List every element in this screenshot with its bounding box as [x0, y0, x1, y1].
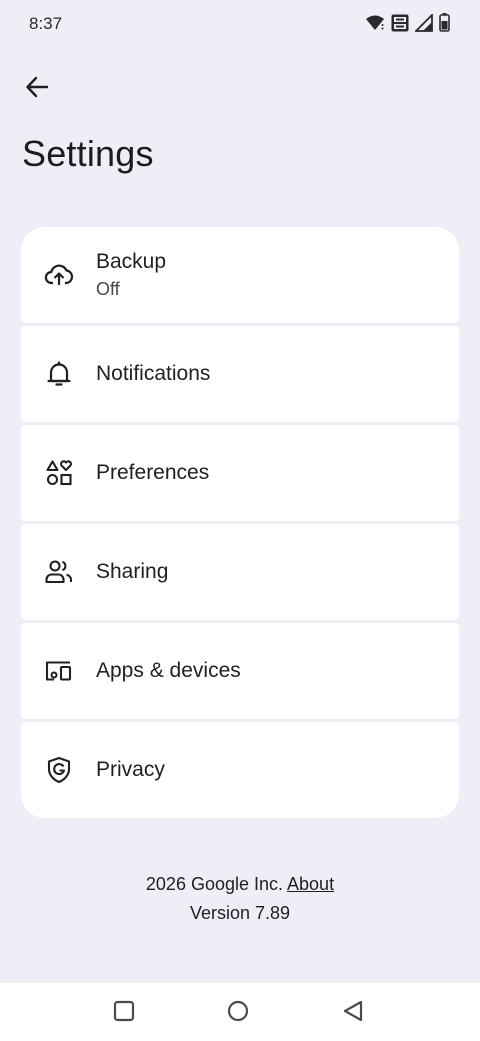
wifi-icon — [365, 14, 385, 32]
version-text: Version 7.89 — [189, 903, 291, 923]
settings-list: Backup Off Notifications Preferences Sha… — [21, 227, 459, 818]
settings-item-apps-devices[interactable]: Apps & devices — [21, 623, 459, 719]
settings-item-sharing[interactable]: Sharing — [21, 524, 459, 620]
arrow-back-icon — [24, 74, 50, 105]
back-triangle-icon — [342, 1000, 364, 1027]
recents-icon — [113, 1000, 135, 1027]
volte-icon — [391, 14, 409, 32]
google-shield-icon — [44, 755, 74, 785]
settings-item-privacy[interactable]: Privacy — [21, 722, 459, 818]
system-nav-bar — [0, 983, 480, 1041]
settings-item-label: Sharing — [96, 560, 169, 583]
cloud-upload-icon — [44, 260, 74, 290]
settings-item-label: Privacy — [96, 758, 165, 781]
about-link[interactable]: About — [287, 874, 334, 894]
settings-item-label: Apps & devices — [96, 659, 241, 682]
signal-icon — [415, 13, 433, 32]
settings-item-preferences[interactable]: Preferences — [21, 425, 459, 521]
home-icon — [227, 1000, 249, 1027]
back-button[interactable] — [20, 72, 54, 106]
people-icon — [44, 557, 74, 587]
shapes-icon — [44, 458, 74, 488]
status-icons — [365, 13, 450, 32]
home-button[interactable] — [225, 1000, 251, 1026]
settings-item-label: Notifications — [96, 362, 211, 385]
settings-item-label: Backup — [96, 250, 167, 273]
footer: 2026 Google Inc. About Version 7.89 — [0, 870, 480, 928]
settings-item-text: Preferences — [96, 460, 209, 486]
footer-copyright-line: 2026 Google Inc. About — [0, 870, 480, 899]
settings-item-text: Privacy — [96, 757, 165, 783]
devices-icon — [44, 656, 74, 686]
recents-button[interactable] — [111, 1000, 137, 1026]
settings-item-text: Sharing — [96, 559, 168, 585]
settings-item-sublabel: Off — [96, 279, 120, 299]
nav-back-button[interactable] — [340, 1000, 366, 1026]
settings-item-label: Preferences — [96, 461, 210, 484]
battery-icon — [439, 13, 450, 32]
bell-icon — [44, 359, 74, 389]
status-bar: 8:37 — [0, 0, 480, 48]
page-title: Settings — [22, 133, 154, 174]
settings-item-text: Apps & devices — [96, 658, 241, 684]
copyright-text: 2026 Google Inc. — [145, 874, 284, 894]
settings-item-notifications[interactable]: Notifications — [21, 326, 459, 422]
settings-item-text: Backup Off — [96, 249, 166, 301]
status-time: 8:37 — [29, 14, 63, 33]
settings-item-text: Notifications — [96, 361, 210, 387]
settings-item-backup[interactable]: Backup Off — [21, 227, 459, 323]
